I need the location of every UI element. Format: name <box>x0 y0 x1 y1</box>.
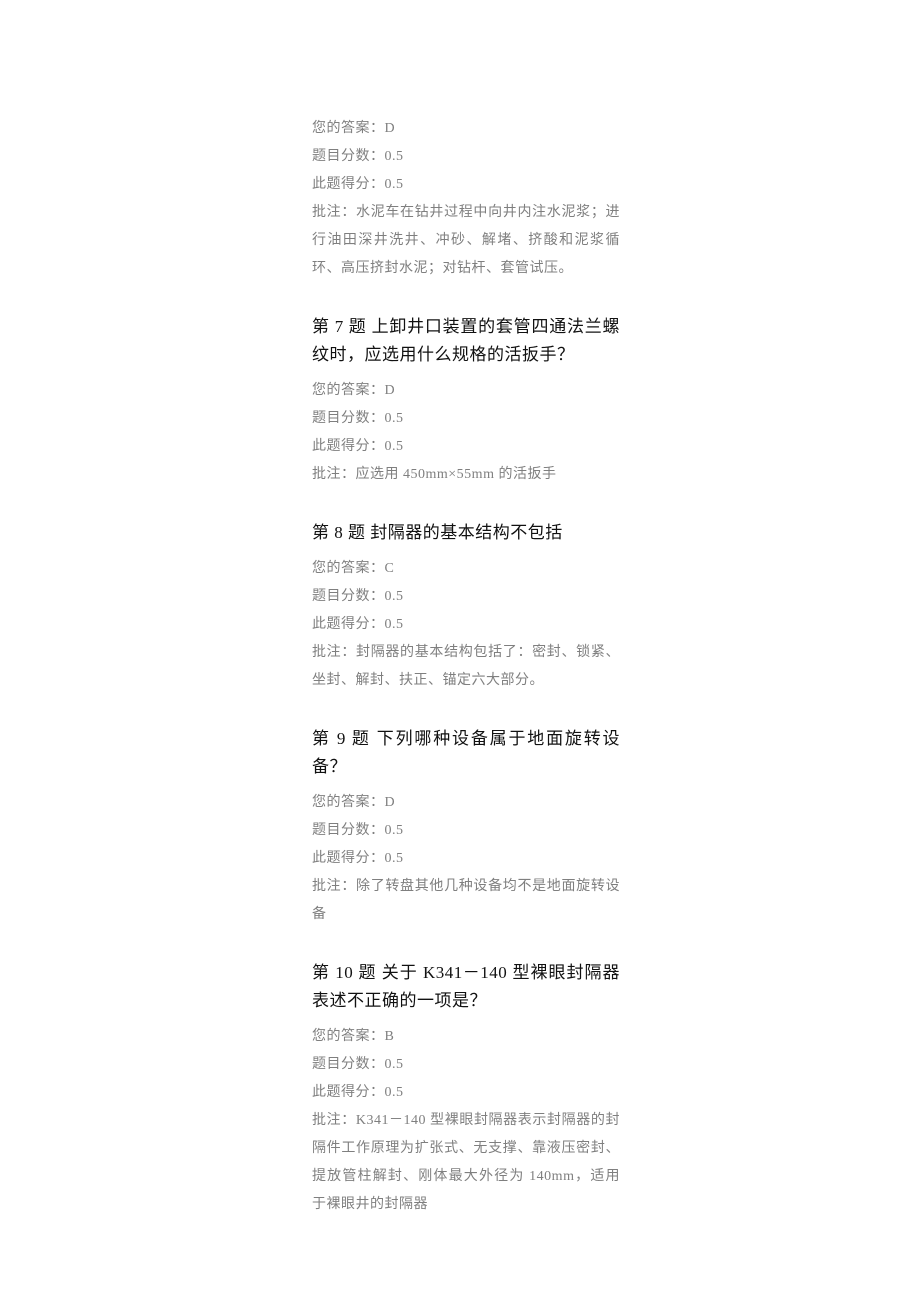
value-question-score: 0.5 <box>385 149 404 164</box>
value-note: 除了转盘其他几种设备均不是地面旋转设备 <box>312 879 620 922</box>
question-9-block: 您的答案：D 题目分数：0.5 此题得分：0.5 批注：除了转盘其他几种设备均不… <box>312 789 620 929</box>
label-earned-score: 此题得分： <box>312 177 385 192</box>
value-your-answer: C <box>385 561 395 576</box>
earned-score-line: 此题得分：0.5 <box>312 611 620 639</box>
value-your-answer: B <box>385 1029 395 1044</box>
earned-score-line: 此题得分：0.5 <box>312 1079 620 1107</box>
note-line: 批注：应选用 450mm×55mm 的活扳手 <box>312 461 620 489</box>
label-your-answer: 您的答案： <box>312 121 385 136</box>
your-answer-line: 您的答案：B <box>312 1023 620 1051</box>
note-line: 批注：封隔器的基本结构包括了：密封、锁紧、坐封、解封、扶正、锚定六大部分。 <box>312 639 620 695</box>
your-answer-line: 您的答案：D <box>312 115 620 143</box>
value-note: 封隔器的基本结构包括了：密封、锁紧、坐封、解封、扶正、锚定六大部分。 <box>312 645 620 688</box>
value-earned-score: 0.5 <box>385 851 404 866</box>
label-question-score: 题目分数： <box>312 823 385 838</box>
your-answer-line: 您的答案：C <box>312 555 620 583</box>
question-score-line: 题目分数：0.5 <box>312 817 620 845</box>
value-note: K341－140 型裸眼封隔器表示封隔器的封隔件工作原理为扩张式、无支撑、靠液压… <box>312 1113 620 1212</box>
earned-score-line: 此题得分：0.5 <box>312 433 620 461</box>
question-score-line: 题目分数：0.5 <box>312 1051 620 1079</box>
document-page: 您的答案：D 题目分数：0.5 此题得分：0.5 批注：水泥车在钻井过程中向井内… <box>0 0 920 1309</box>
question-7-title: 第 7 题 上卸井口装置的套管四通法兰螺纹时，应选用什么规格的活扳手？ <box>312 313 620 369</box>
question-8-title: 第 8 题 封隔器的基本结构不包括 <box>312 519 620 547</box>
label-note: 批注： <box>312 879 356 894</box>
question-8-block: 您的答案：C 题目分数：0.5 此题得分：0.5 批注：封隔器的基本结构包括了：… <box>312 555 620 695</box>
label-your-answer: 您的答案： <box>312 795 385 810</box>
value-question-score: 0.5 <box>385 411 404 426</box>
question-score-line: 题目分数：0.5 <box>312 143 620 171</box>
label-your-answer: 您的答案： <box>312 561 385 576</box>
value-earned-score: 0.5 <box>385 177 404 192</box>
your-answer-line: 您的答案：D <box>312 377 620 405</box>
value-earned-score: 0.5 <box>385 617 404 632</box>
value-your-answer: D <box>385 383 396 398</box>
question-6-tail: 您的答案：D 题目分数：0.5 此题得分：0.5 批注：水泥车在钻井过程中向井内… <box>312 115 620 283</box>
label-note: 批注： <box>312 645 356 660</box>
note-line: 批注：除了转盘其他几种设备均不是地面旋转设备 <box>312 873 620 929</box>
question-10-title: 第 10 题 关于 K341－140 型裸眼封隔器表述不正确的一项是？ <box>312 959 620 1015</box>
value-your-answer: D <box>385 121 396 136</box>
value-question-score: 0.5 <box>385 589 404 604</box>
value-earned-score: 0.5 <box>385 439 404 454</box>
earned-score-line: 此题得分：0.5 <box>312 845 620 873</box>
question-9-title: 第 9 题 下列哪种设备属于地面旋转设备？ <box>312 725 620 781</box>
note-line: 批注：水泥车在钻井过程中向井内注水泥浆；进行油田深井洗井、冲砂、解堵、挤酸和泥浆… <box>312 199 620 283</box>
value-note: 水泥车在钻井过程中向井内注水泥浆；进行油田深井洗井、冲砂、解堵、挤酸和泥浆循环、… <box>312 205 620 276</box>
your-answer-line: 您的答案：D <box>312 789 620 817</box>
label-earned-score: 此题得分： <box>312 851 385 866</box>
value-question-score: 0.5 <box>385 1057 404 1072</box>
earned-score-line: 此题得分：0.5 <box>312 171 620 199</box>
question-7-block: 您的答案：D 题目分数：0.5 此题得分：0.5 批注：应选用 450mm×55… <box>312 377 620 489</box>
question-score-line: 题目分数：0.5 <box>312 583 620 611</box>
label-your-answer: 您的答案： <box>312 1029 385 1044</box>
label-question-score: 题目分数： <box>312 149 385 164</box>
label-note: 批注： <box>312 205 356 220</box>
label-your-answer: 您的答案： <box>312 383 385 398</box>
label-note: 批注： <box>312 467 356 482</box>
value-earned-score: 0.5 <box>385 1085 404 1100</box>
question-10-block: 您的答案：B 题目分数：0.5 此题得分：0.5 批注：K341－140 型裸眼… <box>312 1023 620 1219</box>
label-earned-score: 此题得分： <box>312 439 385 454</box>
value-note: 应选用 450mm×55mm 的活扳手 <box>356 467 557 482</box>
value-question-score: 0.5 <box>385 823 404 838</box>
label-earned-score: 此题得分： <box>312 617 385 632</box>
question-score-line: 题目分数：0.5 <box>312 405 620 433</box>
note-line: 批注：K341－140 型裸眼封隔器表示封隔器的封隔件工作原理为扩张式、无支撑、… <box>312 1107 620 1219</box>
label-question-score: 题目分数： <box>312 411 385 426</box>
value-your-answer: D <box>385 795 396 810</box>
label-note: 批注： <box>312 1113 356 1128</box>
label-question-score: 题目分数： <box>312 589 385 604</box>
label-earned-score: 此题得分： <box>312 1085 385 1100</box>
label-question-score: 题目分数： <box>312 1057 385 1072</box>
